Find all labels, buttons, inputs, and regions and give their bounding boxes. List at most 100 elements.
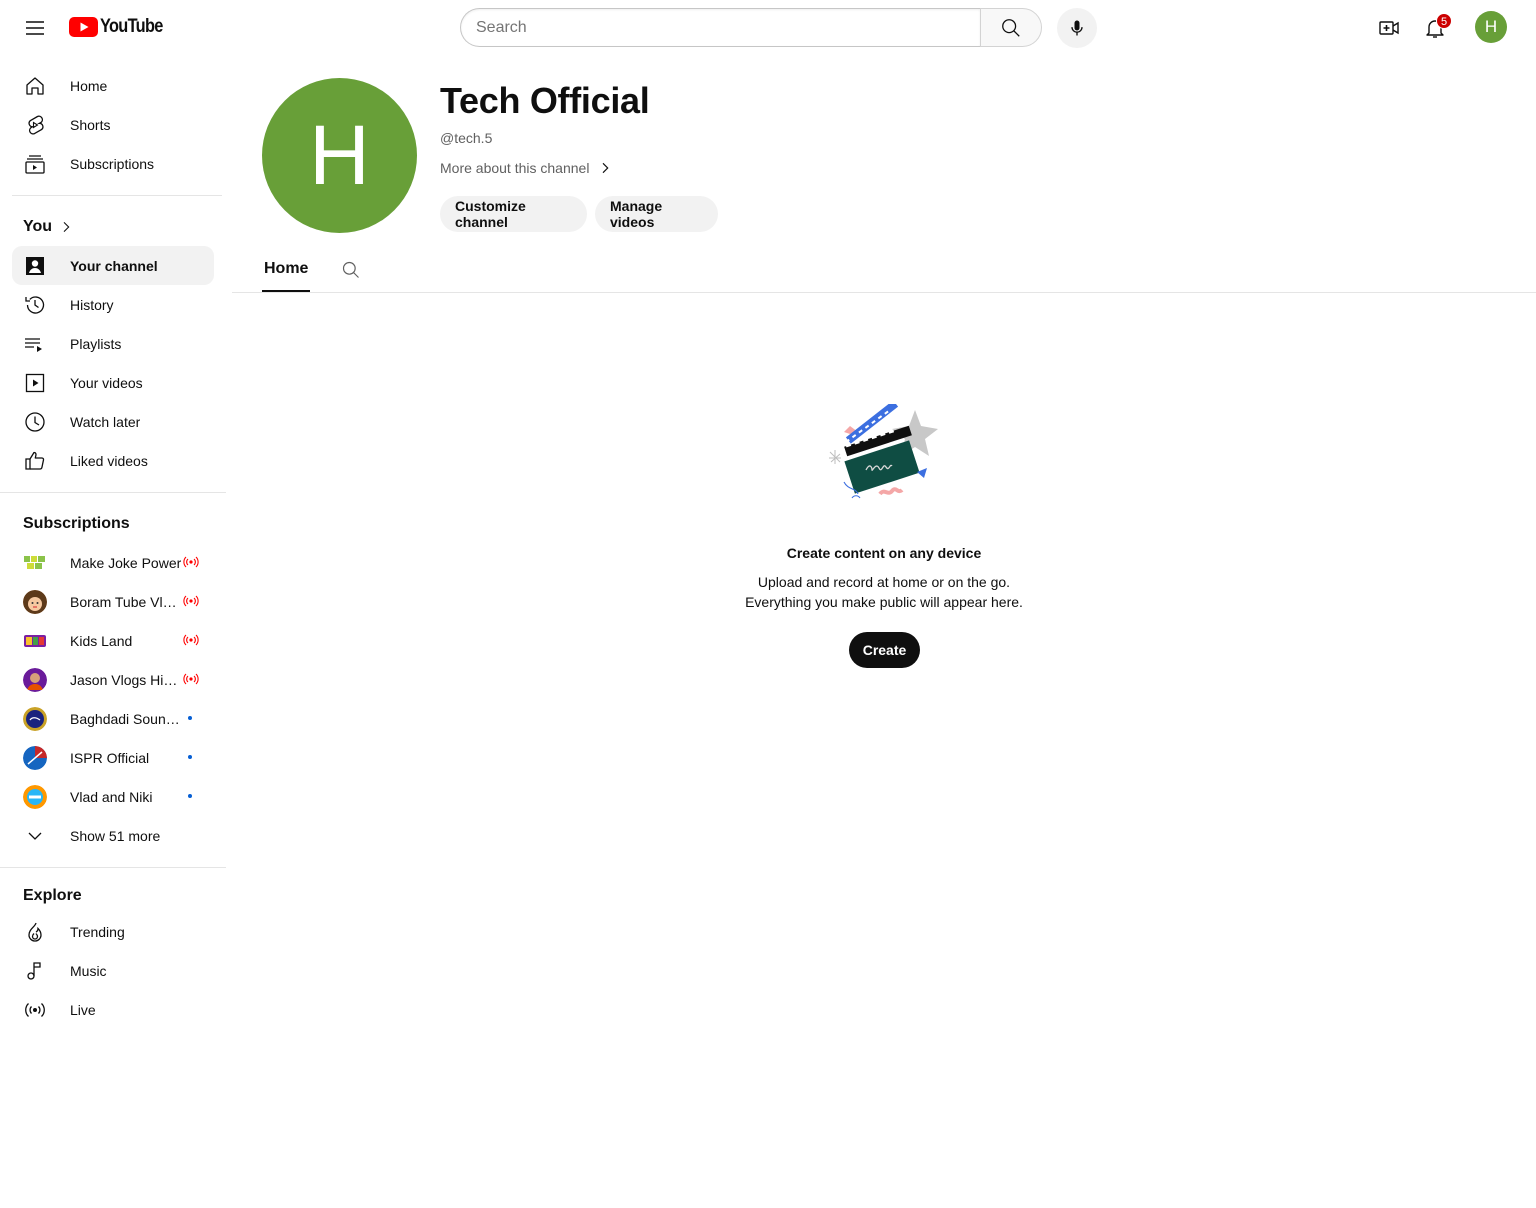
channel-avatar-kids-land (23, 629, 47, 653)
subscription-label: Boram Tube Vlo… (70, 593, 182, 610)
channel-avatar-vlad-and-niki (23, 784, 47, 809)
sidebar-item-shorts[interactable]: Shorts (12, 105, 214, 144)
menu-button[interactable] (15, 8, 55, 48)
empty-state-line-2: Everything you make public will appear h… (745, 594, 1023, 610)
search-button[interactable] (980, 8, 1042, 47)
sidebar-item-your-channel[interactable]: Your channel (12, 246, 214, 285)
channel-avatar-ispr-official (23, 745, 47, 770)
sidebar-item-history[interactable]: History (12, 285, 214, 324)
subscription-label: Vlad and Niki (70, 788, 153, 805)
chevron-right-icon (63, 221, 70, 233)
watch-later-icon (23, 410, 47, 434)
chevron-down-icon (23, 824, 47, 848)
shorts-icon (23, 113, 47, 137)
subscription-item[interactable]: Kids Land (12, 621, 214, 660)
sidebar-item-label: Shorts (70, 116, 111, 133)
sidebar-item-liked-videos[interactable]: Liked videos (12, 441, 214, 480)
subscription-label: Baghdadi Sound … (70, 710, 182, 727)
sidebar-item-label: Home (70, 77, 108, 94)
subscription-item[interactable]: Vlad and Niki (12, 777, 214, 816)
hamburger-menu-icon (26, 21, 44, 35)
logo-text: YouTube (100, 16, 163, 37)
create-button[interactable]: Create (849, 632, 920, 668)
voice-search-button[interactable] (1057, 8, 1097, 48)
sidebar-explore-heading: Explore (23, 887, 82, 904)
search-icon (342, 261, 359, 278)
trending-icon (23, 920, 47, 944)
live-broadcast-icon (182, 593, 200, 609)
sidebar-item-trending[interactable]: Trending (12, 912, 214, 951)
sidebar-you-heading[interactable]: You (12, 208, 214, 246)
subscription-item[interactable]: Boram Tube Vlo… (12, 582, 214, 621)
sidebar-item-label: Liked videos (70, 452, 148, 469)
your-videos-icon (23, 371, 47, 395)
new-content-dot (188, 716, 192, 720)
channel-avatar-jason-vlogs (23, 667, 47, 692)
microphone-icon (1071, 20, 1083, 36)
playlists-icon (23, 332, 47, 356)
subscription-item[interactable]: Baghdadi Sound … (12, 699, 214, 738)
clapperboard-illustration-icon (829, 404, 938, 499)
sidebar-item-label: Trending (70, 923, 125, 940)
sidebar-item-playlists[interactable]: Playlists (12, 324, 214, 363)
sidebar-subscriptions-section: Subscriptions Make Joke Power Boram Tube… (0, 505, 226, 855)
empty-state-description: Upload and record at home or on the go. … (684, 572, 1084, 612)
channel-tabs: Home (232, 248, 1536, 293)
account-avatar[interactable]: H (1475, 11, 1507, 43)
sidebar-item-label: Watch later (70, 413, 141, 430)
sidebar-divider (0, 492, 226, 493)
sidebar-item-live[interactable]: Live (12, 990, 214, 1029)
live-broadcast-icon (182, 554, 200, 570)
more-about-label: More about this channel (440, 160, 590, 176)
channel-search-button[interactable] (339, 258, 363, 282)
manage-videos-button[interactable]: Manage videos (595, 196, 718, 232)
sidebar-item-home[interactable]: Home (12, 66, 214, 105)
subscription-label: Kids Land (70, 632, 133, 649)
masthead: YouTube 5 H (0, 0, 1536, 56)
search-box (460, 8, 980, 47)
sidebar-divider (12, 195, 222, 196)
sidebar-item-subscriptions[interactable]: Subscriptions (12, 144, 214, 183)
subscription-label: Make Joke Power (70, 554, 182, 571)
liked-videos-icon (23, 449, 47, 473)
subscription-label: ISPR Official (70, 749, 150, 766)
notification-count-badge: 5 (1436, 13, 1453, 29)
subscription-item[interactable]: Make Joke Power (12, 543, 214, 582)
sidebar-item-music[interactable]: Music (12, 951, 214, 990)
channel-avatar-baghdadi-sound (23, 706, 47, 731)
sidebar-item-label: Playlists (70, 335, 122, 352)
sidebar-subscriptions-heading: Subscriptions (23, 515, 130, 532)
show-more-label: Show 51 more (70, 827, 161, 844)
chevron-right-icon (603, 162, 609, 174)
history-icon (23, 293, 47, 317)
live-broadcast-icon (182, 632, 200, 648)
video-plus-icon (1379, 21, 1399, 35)
you-heading-label: You (23, 218, 53, 235)
sidebar-item-your-videos[interactable]: Your videos (12, 363, 214, 402)
subscription-item[interactable]: ISPR Official (12, 738, 214, 777)
channel-avatar-boram-tube (23, 589, 47, 614)
search-input[interactable] (476, 18, 980, 37)
channel-name: Tech Official (440, 80, 650, 121)
sidebar-item-label: Live (70, 1001, 96, 1018)
music-icon (23, 959, 47, 983)
sidebar-you-section: You Your channel History Playlists Your … (0, 208, 226, 480)
live-broadcast-icon (182, 671, 200, 687)
sidebar-item-watch-later[interactable]: Watch later (12, 402, 214, 441)
channel-avatar: H (262, 78, 417, 233)
search-icon (1002, 18, 1020, 37)
sidebar-item-label: Your channel (70, 257, 158, 274)
customize-channel-button[interactable]: Customize channel (440, 196, 587, 232)
sidebar-explore-section: Explore Trending Music Live (0, 880, 226, 1029)
show-more-subscriptions[interactable]: Show 51 more (12, 816, 214, 855)
youtube-logo[interactable]: YouTube (69, 16, 173, 38)
live-icon (23, 998, 47, 1022)
more-about-channel-link[interactable]: More about this channel (440, 160, 613, 176)
create-video-button[interactable] (1369, 8, 1409, 48)
channel-handle: @tech.5 (440, 130, 493, 146)
sidebar-item-label: Subscriptions (70, 155, 155, 172)
notifications-button[interactable]: 5 (1415, 8, 1455, 48)
subscription-item[interactable]: Jason Vlogs Hindi (12, 660, 214, 699)
tab-home[interactable]: Home (262, 248, 311, 292)
channel-avatar-make-joke-power (23, 551, 47, 575)
